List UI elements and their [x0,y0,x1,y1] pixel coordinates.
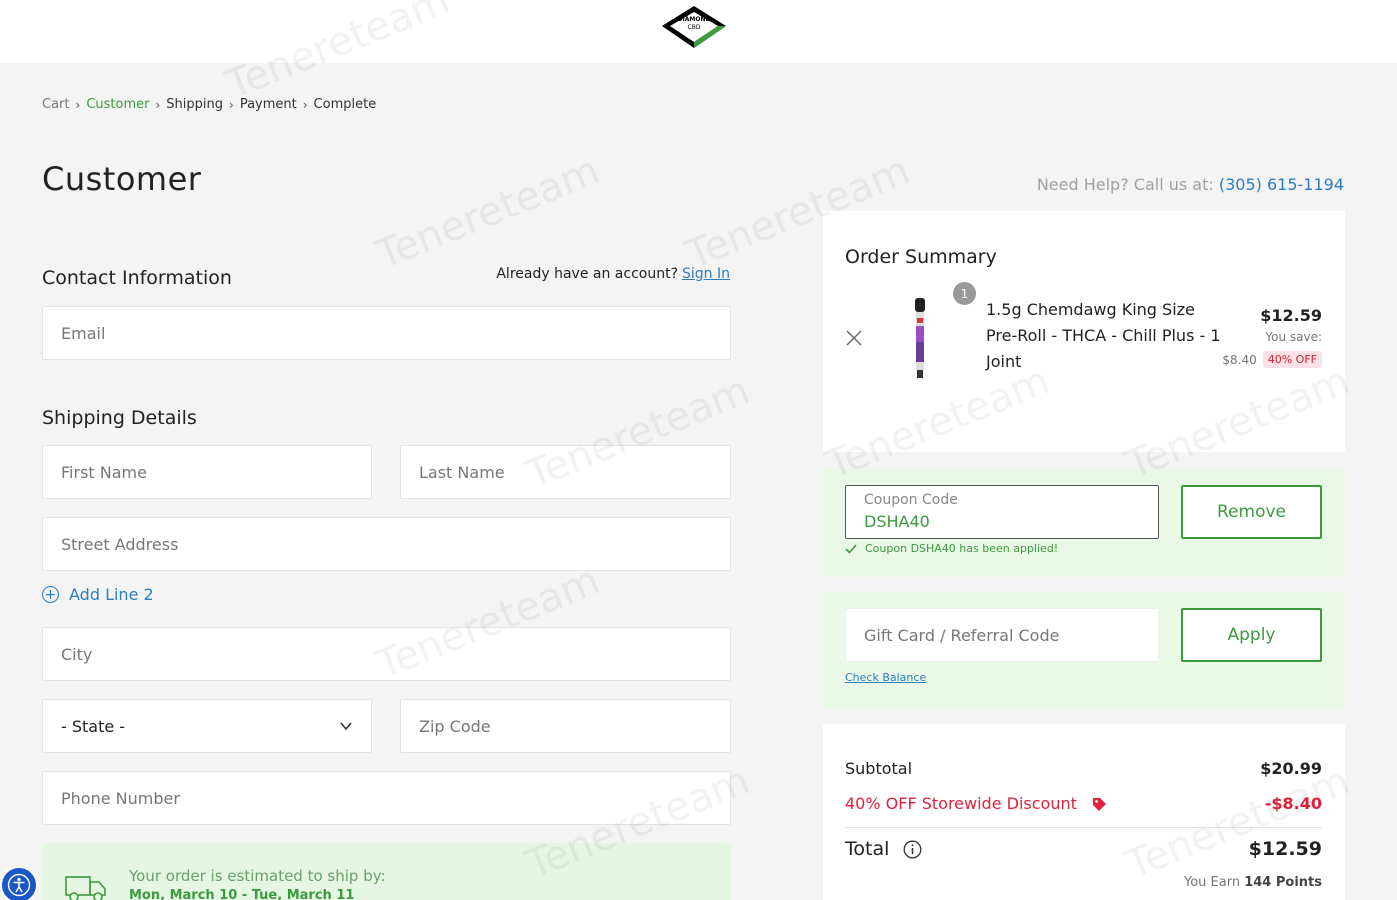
you-save-label: You save: [1265,330,1322,344]
zip-code-field[interactable]: Zip Code [400,699,731,753]
subtotal-row: Subtotal $20.99 [845,759,1322,778]
truck-icon [65,876,106,900]
earn-points-value: 144 Points [1244,875,1322,890]
gift-card-panel: Gift Card / Referral Code Apply Check Ba… [823,592,1345,708]
discount-label: 40% OFF Storewide Discount [845,794,1077,813]
product-name: 1.5g Chemdawg King Size Pre-Roll - THCA … [986,300,1221,371]
breadcrumb-payment: Payment [239,97,297,112]
svg-text:CBD: CBD [688,24,701,31]
save-amount: $8.40 [1222,352,1257,367]
total-label: Total [845,838,890,860]
account-prompt: Already have an account? Sign In [496,266,730,282]
subtotal-label: Subtotal [845,759,913,778]
apply-gift-button[interactable]: Apply [1181,608,1322,662]
earn-points: You Earn 144 Points [1184,875,1322,890]
sign-in-link[interactable]: Sign In [682,266,730,282]
check-balance-link[interactable]: Check Balance [845,671,926,684]
chevron-right-icon: › [229,97,234,112]
help-prefix: Need Help? Call us at: [1036,175,1214,194]
chevron-right-icon: › [155,97,161,112]
total-row: Total $12.59 [845,838,1322,860]
totals-divider [845,827,1322,828]
breadcrumb-customer: Customer [86,97,150,112]
account-prompt-text: Already have an account? [496,266,678,282]
page-title: Customer [42,160,202,198]
chevron-right-icon: › [75,97,81,112]
order-summary-title: Order Summary [845,246,997,268]
email-field[interactable]: Email [42,306,731,360]
shipping-section-title: Shipping Details [42,407,197,429]
help-line: Need Help? Call us at: (305) 615-1194 [1037,175,1344,194]
info-icon[interactable] [903,840,922,859]
add-line-2-button[interactable]: + Add Line 2 [42,585,154,604]
phone-number-placeholder: Phone Number [61,788,180,808]
product-price: $12.59 [1260,306,1322,325]
chevron-right-icon: › [302,97,308,112]
chevron-down-icon [340,722,352,731]
total-value: $12.59 [1248,838,1322,860]
breadcrumb-complete: Complete [313,97,377,112]
email-placeholder: Email [61,323,106,343]
city-field[interactable]: City [42,627,731,681]
contact-section-title: Contact Information [42,267,232,289]
accessibility-icon [7,873,31,897]
product-image [915,298,925,378]
discount-badge: 40% OFF [1262,351,1322,368]
watermark: Tenereteam [369,147,607,279]
gift-card-field[interactable]: Gift Card / Referral Code [845,608,1159,662]
ship-estimate-box: Your order is estimated to ship by: Mon,… [42,843,731,900]
quantity-badge: 1 [953,282,976,305]
coupon-applied-message: Coupon DSHA40 has been applied! [845,542,1058,555]
breadcrumb: Cart › Customer › Shipping › Payment › C… [42,97,376,112]
discount-label-wrap: 40% OFF Storewide Discount [845,794,1107,813]
state-select[interactable]: - State - [42,699,372,753]
accessibility-button[interactable] [0,866,38,900]
help-phone-link[interactable]: (305) 615-1194 [1219,175,1344,194]
first-name-field[interactable]: First Name [42,445,372,499]
discount-value: -$8.40 [1264,794,1322,813]
coupon-code-field[interactable]: Coupon Code DSHA40 [845,485,1159,539]
subtotal-value: $20.99 [1260,759,1322,778]
state-selected-value: - State - [61,716,126,736]
site-header: DIAMOND CBD [0,0,1397,63]
coupon-code-label: Coupon Code [864,492,958,508]
add-line-2-label: Add Line 2 [69,585,154,604]
diamond-cbd-logo[interactable]: DIAMOND CBD [660,4,728,50]
ship-estimate-dates: Mon, March 10 - Tue, March 11 [129,888,355,900]
coupon-panel: Coupon Code DSHA40 Remove Coupon DSHA40 … [823,469,1345,577]
earn-prefix: You Earn [1183,875,1241,890]
totals-panel: Subtotal $20.99 40% OFF Storewide Discou… [823,724,1345,900]
first-name-placeholder: First Name [61,462,147,482]
save-row: $8.40 40% OFF [1222,351,1322,368]
remove-coupon-button[interactable]: Remove [1181,485,1322,539]
coupon-applied-text: Coupon DSHA40 has been applied! [865,542,1059,555]
last-name-placeholder: Last Name [419,462,505,482]
street-address-placeholder: Street Address [61,534,179,554]
plus-circle-icon: + [42,586,59,603]
tag-icon [1092,798,1106,811]
breadcrumb-shipping: Shipping [166,97,223,112]
last-name-field[interactable]: Last Name [400,445,731,499]
check-icon [845,543,857,554]
phone-number-field[interactable]: Phone Number [42,771,731,825]
gift-card-placeholder: Gift Card / Referral Code [864,625,1060,645]
zip-code-placeholder: Zip Code [419,716,491,736]
svg-text:DIAMOND: DIAMOND [678,16,711,23]
city-placeholder: City [61,644,93,664]
discount-row: 40% OFF Storewide Discount -$8.40 [845,794,1322,813]
close-icon[interactable] [845,329,863,347]
street-address-field[interactable]: Street Address [42,517,731,571]
total-label-wrap: Total [845,838,922,860]
coupon-code-value: DSHA40 [864,512,930,531]
ship-estimate-text: Your order is estimated to ship by: [129,867,386,885]
order-summary-panel: Order Summary 1 1.5g Chemdawg King Size … [823,211,1345,452]
breadcrumb-cart[interactable]: Cart [42,97,70,112]
